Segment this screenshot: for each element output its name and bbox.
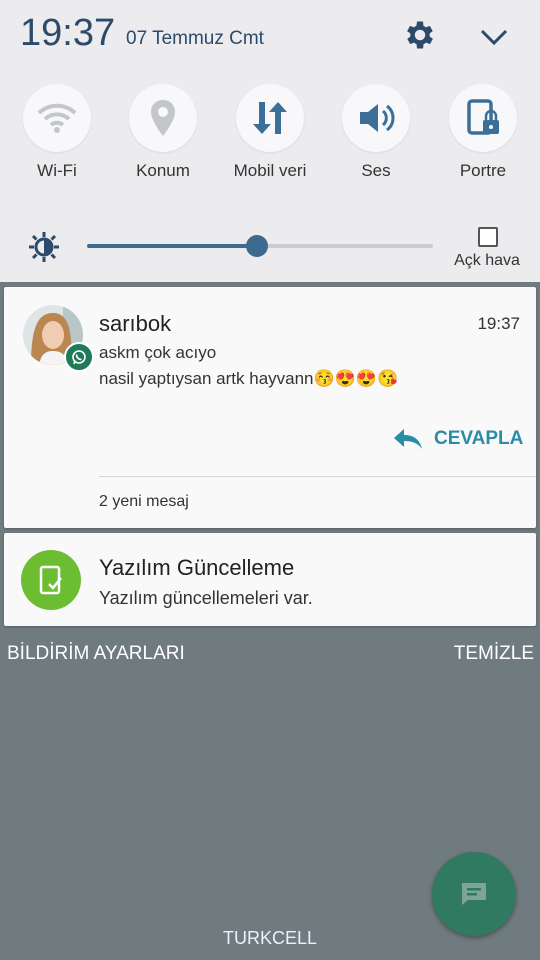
message-line-2: nasil yaptıysan artk hayvann😚😍😍😘 bbox=[99, 369, 399, 388]
update-text: Yazılım güncellemeleri var. bbox=[99, 588, 313, 608]
update-title: Yazılım Güncelleme bbox=[99, 555, 295, 580]
auto-brightness-checkbox[interactable] bbox=[478, 227, 498, 247]
tile-sound-label: Ses bbox=[361, 161, 391, 180]
tile-portrait[interactable]: Portre bbox=[430, 84, 536, 181]
new-messages-summary: 2 yeni mesaj bbox=[99, 493, 189, 510]
wifi-icon bbox=[37, 103, 77, 133]
tile-mobile-data-label: Mobil veri bbox=[233, 161, 307, 180]
auto-brightness-label: Açk hava bbox=[454, 252, 520, 269]
tile-mobile-data[interactable]: Mobil veri bbox=[217, 84, 323, 181]
notification-settings-button[interactable]: BİLDİRİM AYARLARI bbox=[7, 643, 185, 665]
carrier-label: TURKCELL bbox=[222, 928, 318, 948]
whatsapp-notification[interactable]: sarıbok 19:37 askm çok acıyo nasil yaptı… bbox=[4, 287, 536, 528]
tile-location[interactable]: Konum bbox=[110, 84, 216, 181]
message-icon bbox=[462, 883, 486, 905]
reply-label: CEVAPLA bbox=[434, 428, 524, 449]
tile-sound[interactable]: Ses bbox=[323, 84, 429, 181]
quick-settings-panel: 19:37 07 Temmuz Cmt Wi-Fi Konum Mobil ve… bbox=[0, 0, 540, 282]
divider bbox=[99, 476, 536, 477]
compose-message-button[interactable] bbox=[432, 852, 516, 936]
whatsapp-badge-icon bbox=[64, 342, 94, 372]
brightness-slider[interactable] bbox=[87, 235, 433, 257]
clock: 19:37 bbox=[20, 12, 116, 54]
brightness-thumb[interactable] bbox=[245, 235, 268, 257]
tile-location-label: Konum bbox=[136, 161, 190, 180]
date: 07 Temmuz Cmt bbox=[126, 28, 264, 49]
message-line-1: askm çok acıyo bbox=[99, 343, 217, 362]
software-update-icon bbox=[21, 550, 81, 610]
tile-portrait-label: Portre bbox=[459, 161, 507, 180]
notification-time: 19:37 bbox=[477, 314, 520, 333]
mobile-data-icon bbox=[253, 102, 287, 134]
tile-wifi[interactable]: Wi-Fi bbox=[4, 84, 110, 181]
clear-button[interactable]: TEMİZLE bbox=[454, 643, 534, 665]
reply-button[interactable]: CEVAPLA bbox=[392, 427, 523, 451]
chevron-down-icon[interactable] bbox=[474, 22, 514, 52]
notification-sender: sarıbok bbox=[99, 311, 172, 336]
settings-gear-icon[interactable] bbox=[402, 17, 438, 53]
sound-icon bbox=[360, 104, 395, 132]
software-update-notification[interactable]: Yazılım Güncelleme Yazılım güncellemeler… bbox=[4, 533, 536, 626]
portrait-lock-icon bbox=[467, 99, 499, 135]
brightness-fill bbox=[87, 244, 257, 248]
tile-wifi-label: Wi-Fi bbox=[37, 161, 77, 180]
reply-arrow-icon bbox=[394, 429, 422, 449]
brightness-icon bbox=[29, 232, 59, 262]
location-icon bbox=[151, 100, 175, 136]
